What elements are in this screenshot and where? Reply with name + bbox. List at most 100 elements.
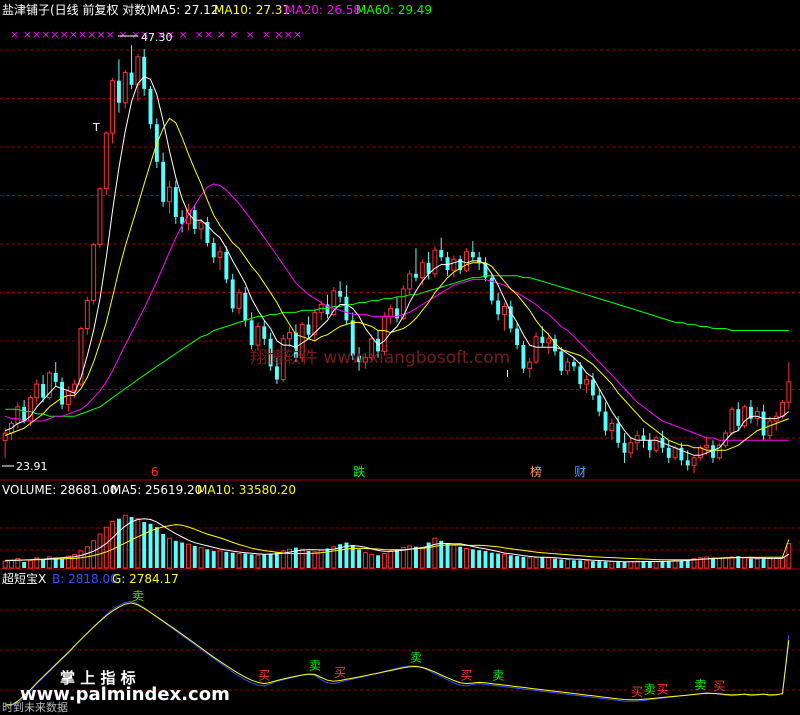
volume-bar[interactable] <box>578 560 583 568</box>
volume-bar[interactable] <box>773 557 779 569</box>
candle[interactable] <box>255 322 261 350</box>
volume-bar[interactable] <box>97 533 103 569</box>
candle[interactable] <box>729 406 735 436</box>
candle[interactable] <box>432 246 438 278</box>
volume-bar[interactable] <box>167 537 172 569</box>
volume-bar[interactable] <box>122 514 128 569</box>
candle[interactable] <box>464 248 469 272</box>
volume-bar[interactable] <box>458 546 463 568</box>
volume-bar[interactable] <box>255 554 261 569</box>
volume-bar[interactable] <box>445 543 450 568</box>
volume-bar[interactable] <box>78 550 84 569</box>
volume-bar[interactable] <box>559 559 564 569</box>
candle[interactable] <box>533 332 539 365</box>
volume-bar[interactable] <box>711 557 715 568</box>
volume-bar[interactable] <box>540 556 545 568</box>
volume-bar[interactable] <box>419 547 425 569</box>
volume-bar[interactable] <box>60 558 64 568</box>
volume-bar[interactable] <box>135 518 141 569</box>
candle[interactable] <box>60 377 64 410</box>
volume-bar[interactable] <box>501 553 507 569</box>
candle[interactable] <box>122 69 128 109</box>
volume-bar[interactable] <box>527 557 533 569</box>
volume-bar[interactable] <box>27 559 33 569</box>
volume-bar[interactable] <box>331 546 337 569</box>
volume-bar[interactable] <box>116 518 121 568</box>
volume-bar[interactable] <box>142 522 147 568</box>
volume-bar[interactable] <box>780 557 785 569</box>
volume-bar[interactable] <box>362 552 368 569</box>
volume-bar[interactable] <box>761 558 766 568</box>
volume-bar[interactable] <box>249 554 254 568</box>
candle[interactable] <box>103 131 109 196</box>
candle[interactable] <box>91 242 97 305</box>
volume-bar[interactable] <box>609 561 615 569</box>
volume-bar[interactable] <box>521 556 526 568</box>
candle[interactable] <box>148 86 153 129</box>
volume-bar[interactable] <box>723 557 729 569</box>
volume-bar[interactable] <box>716 558 722 569</box>
volume-bar[interactable] <box>395 549 399 568</box>
volume-bar[interactable] <box>236 553 242 569</box>
volume-bar[interactable] <box>22 562 27 568</box>
volume-bar[interactable] <box>533 557 539 569</box>
volume-bar[interactable] <box>161 534 166 568</box>
volume-bar[interactable] <box>553 558 557 568</box>
volume-bar[interactable] <box>597 561 602 568</box>
volume-bar[interactable] <box>628 561 634 569</box>
volume-bar[interactable] <box>173 540 178 568</box>
volume-bar[interactable] <box>666 560 671 568</box>
volume-bar[interactable] <box>312 551 318 569</box>
volume-bar[interactable] <box>489 552 494 568</box>
candle[interactable] <box>97 187 103 249</box>
volume-bar[interactable] <box>660 561 665 568</box>
volume-bar[interactable] <box>641 561 646 568</box>
volume-bar[interactable] <box>584 560 590 569</box>
volume-bar[interactable] <box>653 561 659 569</box>
volume-bar[interactable] <box>603 561 608 568</box>
volume-bar[interactable] <box>369 553 375 569</box>
volume-bar[interactable] <box>103 526 109 569</box>
candle[interactable] <box>46 370 52 400</box>
volume-bar[interactable] <box>565 559 571 569</box>
volume-bar[interactable] <box>414 546 418 568</box>
volume-bar[interactable] <box>299 548 305 569</box>
volume-bar[interactable] <box>515 556 520 568</box>
candle[interactable] <box>489 273 494 305</box>
volume-bar[interactable] <box>432 537 438 569</box>
volume-bar[interactable] <box>185 543 191 569</box>
volume-bar[interactable] <box>2 560 8 569</box>
volume-bar[interactable] <box>483 551 488 568</box>
volume-bar[interactable] <box>9 559 14 569</box>
volume-bar[interactable] <box>508 555 513 568</box>
volume-bar[interactable] <box>41 559 46 569</box>
candle[interactable] <box>84 296 90 335</box>
volume-bar[interactable] <box>647 561 652 568</box>
volume-bar[interactable] <box>470 549 475 568</box>
volume-bar[interactable] <box>679 560 684 568</box>
volume-bar[interactable] <box>496 553 501 568</box>
volume-bar[interactable] <box>622 562 627 568</box>
candle[interactable] <box>742 404 748 429</box>
volume-bar[interactable] <box>742 557 748 569</box>
volume-bar[interactable] <box>180 542 185 569</box>
volume-bar[interactable] <box>451 544 457 569</box>
volume-bar[interactable] <box>767 557 773 569</box>
volume-bar[interactable] <box>192 545 197 568</box>
volume-bar[interactable] <box>786 543 792 569</box>
volume-bar[interactable] <box>729 556 735 569</box>
volume-bar[interactable] <box>546 557 552 569</box>
volume-bar[interactable] <box>224 551 229 568</box>
volume-bar[interactable] <box>748 558 753 568</box>
volume-bar[interactable] <box>198 547 204 569</box>
volume-bar[interactable] <box>262 554 267 568</box>
volume-bar[interactable] <box>754 558 760 569</box>
volume-bar[interactable] <box>572 560 576 568</box>
volume-bar[interactable] <box>268 553 273 568</box>
volume-bar[interactable] <box>388 550 394 569</box>
volume-bar[interactable] <box>590 561 595 568</box>
candle[interactable] <box>521 340 526 373</box>
volume-bar[interactable] <box>205 549 210 568</box>
volume-bar[interactable] <box>230 552 235 568</box>
volume-bar[interactable] <box>110 520 116 569</box>
